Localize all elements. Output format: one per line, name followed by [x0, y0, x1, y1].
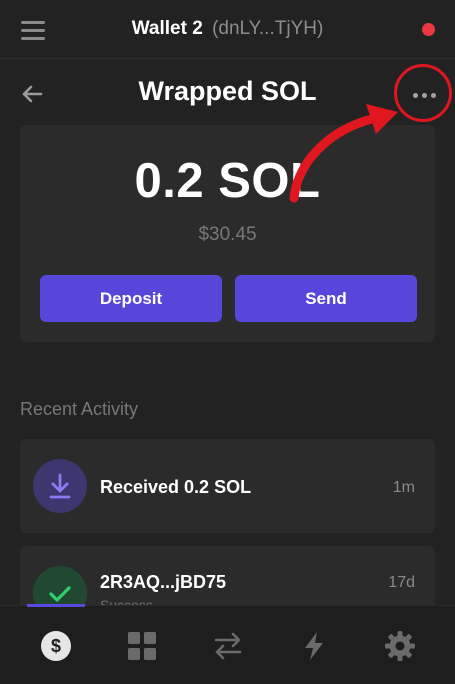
activity-time: 17d [388, 574, 415, 591]
send-button[interactable]: Send [235, 275, 417, 322]
usd-balance: $30.45 [198, 224, 257, 245]
activity-title: 2R3AQ...jBD75 [100, 572, 227, 592]
connection-status-dot[interactable] [422, 23, 435, 36]
bottom-navigation: $ [0, 604, 455, 684]
deposit-button[interactable]: Deposit [40, 275, 222, 322]
wallet-name: Wallet 2 [131, 18, 203, 39]
activity-title: Received 0.2 SOL [100, 477, 252, 497]
active-tab-indicator [27, 604, 85, 607]
gear-icon[interactable] [384, 630, 416, 662]
bolt-icon[interactable] [298, 630, 330, 662]
download-icon [33, 459, 87, 513]
wallet-selector[interactable]: Wallet 2 (dnLY...TjYH) [0, 18, 455, 40]
activity-item[interactable]: Received 0.2 SOL 1m [20, 439, 435, 533]
svg-text:$: $ [51, 636, 61, 656]
wallet-address: (dnLY...TjYH) [212, 18, 324, 39]
grid-icon[interactable] [126, 630, 158, 662]
activity-time: 1m [392, 479, 415, 496]
wallet-app: Wallet 2 (dnLY...TjYH) Wrapped SOL 0.2 S… [0, 0, 455, 684]
recent-activity-heading: Recent Activity [20, 399, 139, 419]
curved-arrow-annotation [289, 104, 398, 203]
top-bar: Wallet 2 (dnLY...TjYH) [0, 0, 455, 59]
dollar-icon[interactable]: $ [40, 630, 72, 662]
swap-icon[interactable] [212, 630, 244, 662]
